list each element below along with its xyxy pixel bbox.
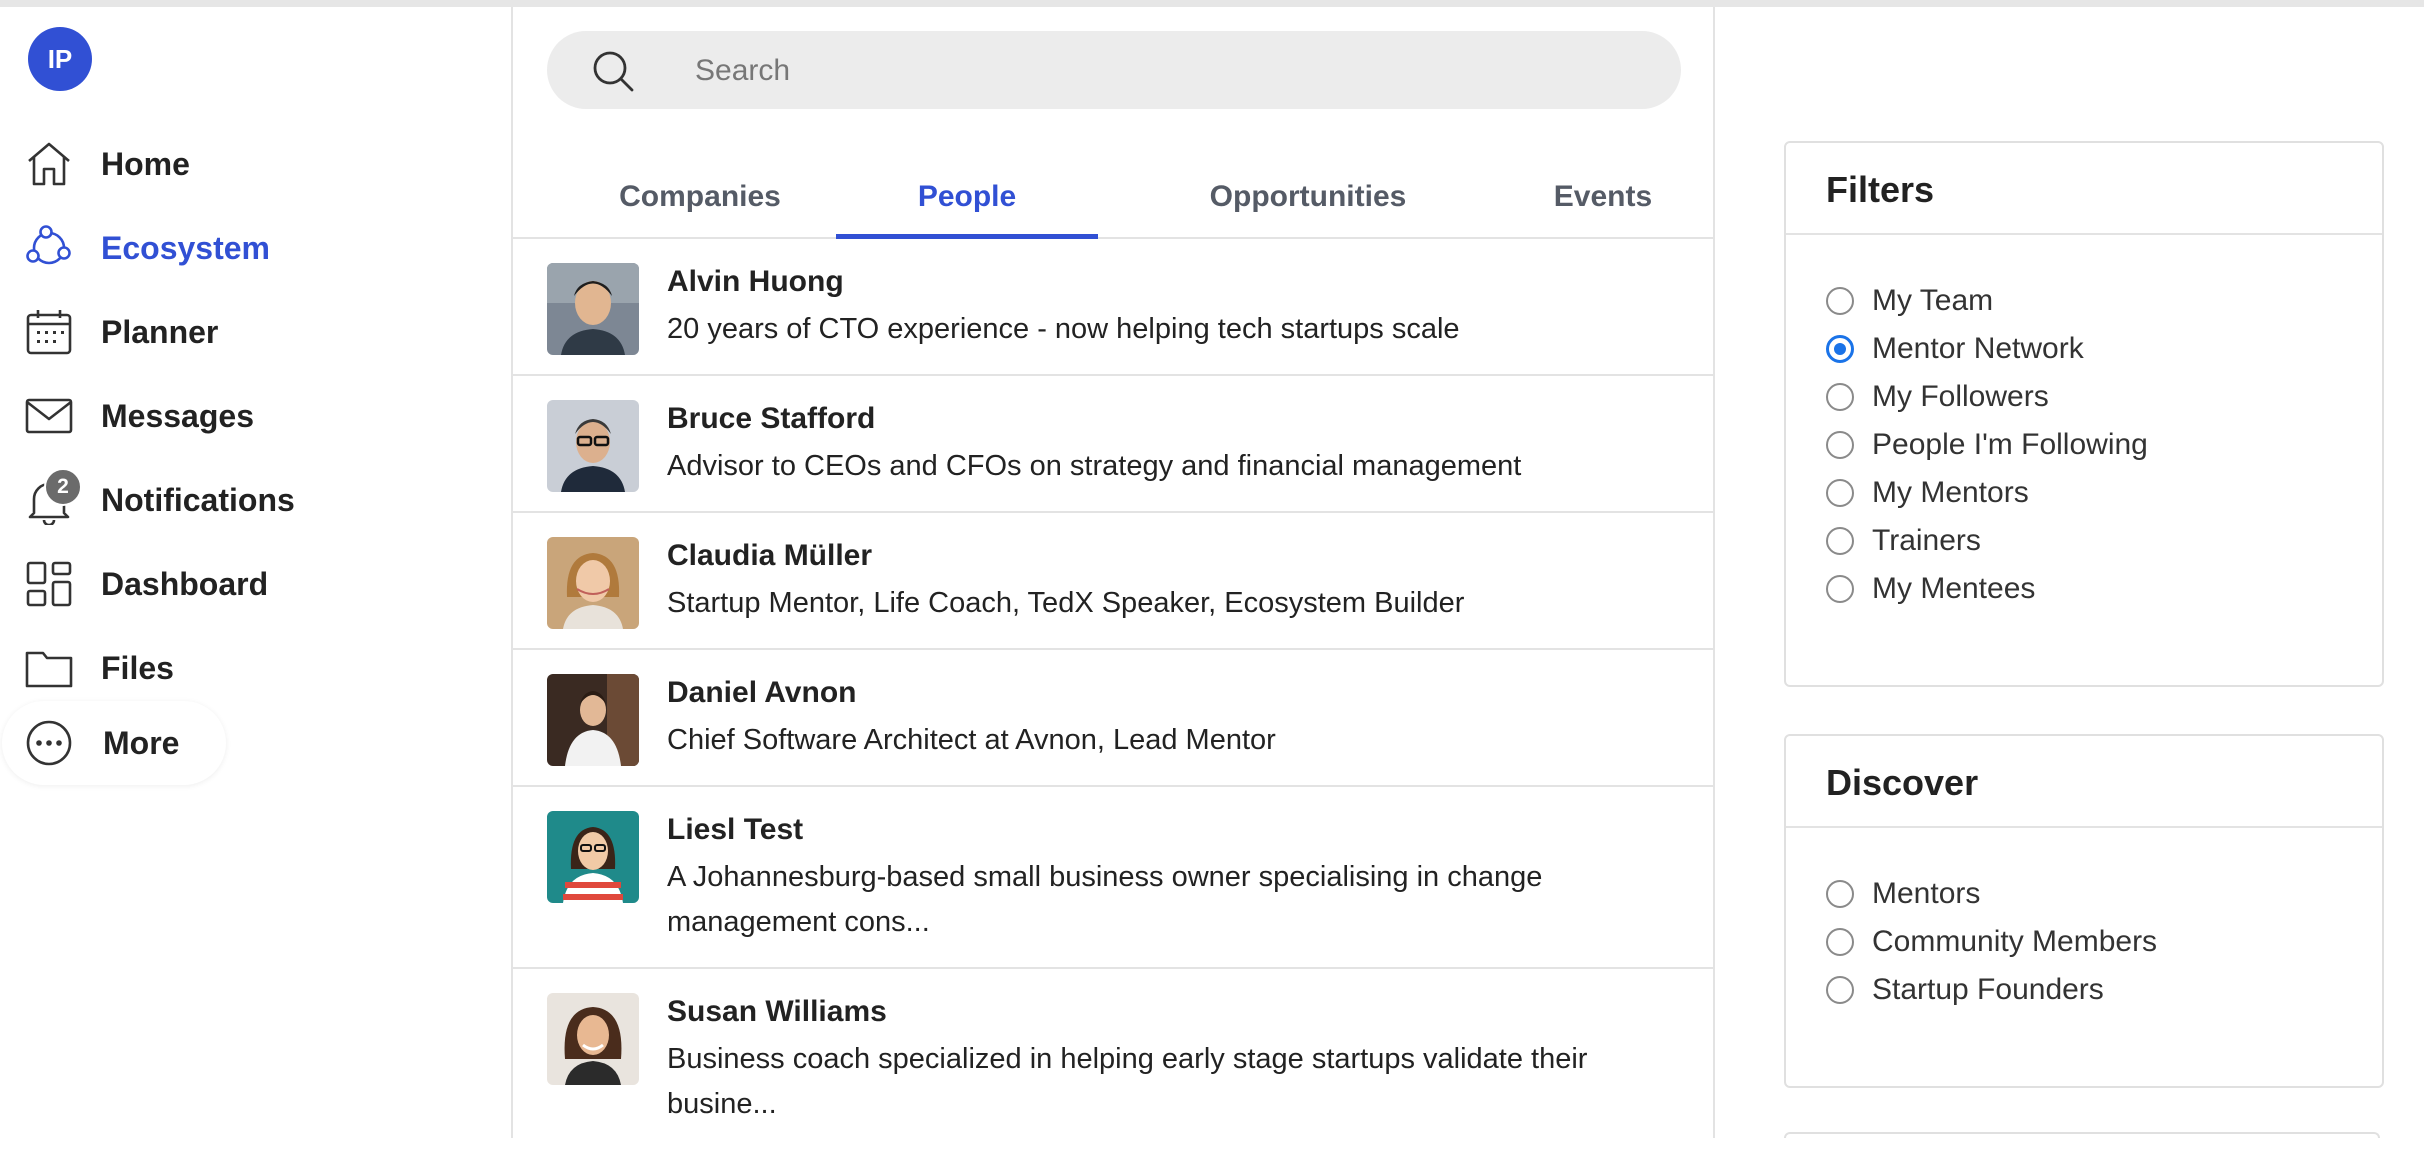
filter-option-mentor-network[interactable]: Mentor Network (1826, 327, 2084, 371)
radio-button[interactable] (1826, 575, 1854, 603)
nav-item-planner[interactable]: Planner (0, 297, 400, 367)
person-description: Business coach specialized in helping ea… (667, 1043, 1588, 1120)
filter-option-people-following[interactable]: People I'm Following (1826, 423, 2148, 467)
filter-option-my-mentors[interactable]: My Mentors (1826, 471, 2029, 515)
discover-label: Community Members (1872, 925, 2158, 958)
person-row[interactable]: Susan Williams Business coach specialize… (513, 969, 1713, 1149)
filters-panel: Filters My Team Mentor Network My Follow… (1784, 141, 2384, 687)
nav-item-files[interactable]: Files (0, 633, 400, 703)
person-name: Daniel Avnon (667, 676, 857, 709)
filter-option-my-mentees[interactable]: My Mentees (1826, 567, 2035, 611)
nav-label-notifications: Notifications (101, 481, 295, 518)
discover-option-community-members[interactable]: Community Members (1826, 920, 2157, 964)
person-description: A Johannesburg-based small business owne… (667, 861, 1543, 938)
mail-icon (25, 398, 73, 434)
nav-item-dashboard[interactable]: Dashboard (0, 549, 400, 619)
user-avatar[interactable]: IP (28, 27, 92, 91)
person-photo (547, 400, 639, 492)
panel-divider (1786, 826, 2382, 828)
discover-title: Discover (1826, 762, 1979, 803)
main-content: Companies People Opportunities Events Al… (511, 7, 1715, 1138)
tab-opportunities[interactable]: Opportunities (1153, 157, 1463, 237)
radio-button[interactable] (1826, 479, 1854, 507)
discover-option-mentors[interactable]: Mentors (1826, 872, 1980, 916)
top-border (0, 0, 2424, 7)
person-name: Bruce Stafford (667, 402, 876, 435)
search-bar[interactable] (547, 31, 1681, 109)
ecosystem-icon (26, 225, 71, 265)
radio-button[interactable] (1826, 383, 1854, 411)
person-photo (547, 674, 639, 766)
filters-title: Filters (1826, 169, 1935, 210)
radio-button[interactable] (1826, 928, 1854, 956)
radio-button[interactable] (1826, 287, 1854, 315)
nav-label-more: More (103, 725, 180, 761)
tab-companies[interactable]: Companies (581, 157, 819, 237)
person-description: 20 years of CTO experience - now helping… (667, 313, 1460, 345)
notification-badge: 2 (44, 468, 82, 506)
nav-label-home: Home (101, 145, 190, 182)
search-input[interactable] (693, 45, 1657, 97)
filter-option-trainers[interactable]: Trainers (1826, 519, 1981, 563)
discover-label: Mentors (1872, 877, 1981, 910)
person-row[interactable]: Bruce Stafford Advisor to CEOs and CFOs … (513, 376, 1713, 513)
filter-label: Mentor Network (1872, 332, 2084, 365)
filter-label: My Followers (1872, 380, 2049, 413)
person-photo (547, 811, 639, 903)
person-photo (547, 993, 639, 1085)
nav-label-messages: Messages (101, 397, 254, 434)
person-photo (547, 263, 639, 355)
person-photo (547, 537, 639, 629)
tab-bar: Companies People Opportunities Events (513, 157, 1713, 239)
filter-label: People I'm Following (1872, 428, 2148, 461)
discover-option-startup-founders[interactable]: Startup Founders (1826, 968, 2104, 1012)
person-row[interactable]: Liesl Test A Johannesburg-based small bu… (513, 787, 1713, 969)
radio-button[interactable] (1826, 880, 1854, 908)
filter-label: My Team (1872, 284, 1994, 317)
nav-label-ecosystem: Ecosystem (101, 229, 270, 266)
home-icon (28, 142, 70, 186)
more-icon (26, 720, 72, 766)
filter-label: My Mentees (1872, 572, 2036, 605)
person-row[interactable]: Daniel Avnon Chief Software Architect at… (513, 650, 1713, 787)
filter-option-my-team[interactable]: My Team (1826, 279, 1993, 323)
dashboard-icon (26, 561, 72, 607)
radio-button[interactable] (1826, 976, 1854, 1004)
nav-item-notifications[interactable]: 2 Notifications (0, 465, 400, 535)
nav-item-messages[interactable]: Messages (0, 381, 400, 451)
filter-option-my-followers[interactable]: My Followers (1826, 375, 2049, 419)
discover-panel: Discover Mentors Community Members Start… (1784, 734, 2384, 1088)
radio-button[interactable] (1826, 527, 1854, 555)
more-button[interactable]: More (2, 701, 226, 785)
nav-label-files: Files (101, 649, 174, 686)
nav-item-ecosystem[interactable]: Ecosystem (0, 213, 400, 283)
radio-button-checked[interactable] (1826, 335, 1854, 363)
panel-divider (1786, 233, 2382, 235)
radio-button[interactable] (1826, 431, 1854, 459)
nav-label-planner: Planner (101, 313, 219, 350)
folder-icon (25, 651, 73, 688)
tab-people[interactable]: People (836, 157, 1098, 239)
person-name: Alvin Huong (667, 265, 844, 298)
filter-label: My Mentors (1872, 476, 2029, 509)
nav-item-home[interactable]: Home (0, 129, 400, 199)
tab-events[interactable]: Events (1523, 157, 1683, 237)
discover-label: Startup Founders (1872, 973, 2104, 1006)
person-description: Advisor to CEOs and CFOs on strategy and… (667, 450, 1522, 482)
nav-label-dashboard: Dashboard (101, 565, 269, 602)
person-name: Susan Williams (667, 995, 887, 1028)
person-name: Liesl Test (667, 813, 804, 846)
sidebar: IP Home Ecosystem Planner Messages 2 Not… (0, 7, 510, 1138)
person-row[interactable]: Alvin Huong 20 years of CTO experience -… (513, 239, 1713, 376)
person-name: Claudia Müller (667, 539, 873, 572)
person-description: Chief Software Architect at Avnon, Lead … (667, 724, 1276, 756)
person-row[interactable]: Claudia Müller Startup Mentor, Life Coac… (513, 513, 1713, 650)
filter-label: Trainers (1872, 524, 1981, 557)
calendar-icon (26, 310, 72, 355)
next-panel-edge (1784, 1132, 2380, 1138)
search-icon (593, 51, 634, 92)
person-description: Startup Mentor, Life Coach, TedX Speaker… (667, 587, 1465, 619)
